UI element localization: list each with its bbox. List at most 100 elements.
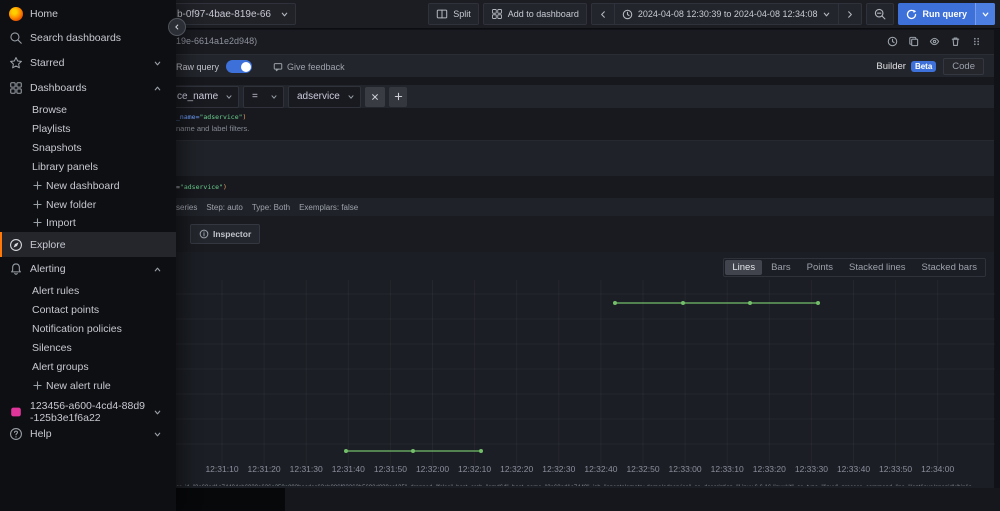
chevron-down-icon <box>226 94 232 99</box>
split-button[interactable]: Split <box>428 3 479 25</box>
sidebar-item-playlists[interactable]: Playlists <box>0 119 176 138</box>
sidebar-item-contact-points[interactable]: Contact points <box>0 300 176 319</box>
toolbar-actions: Split Add to dashboard 2024-04-08 12:30:… <box>428 3 995 25</box>
chevron-left-icon <box>175 24 179 30</box>
bell-icon <box>8 262 23 277</box>
add-to-dashboard-button[interactable]: Add to dashboard <box>482 3 587 25</box>
search-icon <box>8 31 23 46</box>
sidebar-item-help[interactable]: Help <box>0 422 176 446</box>
x-axis-tick-label: 12:33:50 <box>879 464 913 474</box>
raw-query-code-line-2: ="adservice") <box>176 183 227 191</box>
query-datasource-id: 19e-6614a1e2d948) <box>176 36 258 46</box>
run-query-dropdown[interactable] <box>975 3 995 25</box>
time-range-button[interactable]: 2024-04-08 12:30:39 to 2024-04-08 12:34:… <box>613 3 840 25</box>
x-axis-tick-label: 12:32:50 <box>626 464 660 474</box>
plus-icon <box>394 92 402 101</box>
add-filter-button[interactable] <box>389 86 407 107</box>
collapse-menu-button[interactable] <box>168 18 186 36</box>
sidebar-item-alert-groups[interactable]: Alert groups <box>0 357 176 376</box>
clock-icon <box>622 9 633 19</box>
x-axis-tick-label: 12:32:40 <box>584 464 618 474</box>
sidebar-item-library-panels[interactable]: Library panels <box>0 157 176 176</box>
code-mode-button[interactable]: Code <box>943 58 984 75</box>
help-icon <box>8 427 23 442</box>
label-operator-select[interactable]: = <box>243 85 284 108</box>
time-shift-forward-button[interactable] <box>838 3 863 25</box>
plus-icon <box>33 218 42 227</box>
sidebar-item-alert-rules[interactable]: Alert rules <box>0 281 176 300</box>
sidebar-item-new-folder[interactable]: New folder <box>0 195 176 214</box>
apps-icon <box>8 81 23 96</box>
sidebar-item-import[interactable]: Import <box>0 213 176 232</box>
chevron-down-icon <box>982 12 989 16</box>
plus-icon <box>33 381 42 390</box>
compass-icon <box>8 237 23 252</box>
chevron-down-icon <box>824 12 830 16</box>
x-axis-tick-label: 12:31:10 <box>205 464 239 474</box>
hide-query-eye-icon[interactable] <box>929 36 940 47</box>
graph-style-points[interactable]: Points <box>800 260 840 275</box>
sidebar-item-new-dashboard[interactable]: New dashboard <box>0 176 176 195</box>
raw-query-toggle[interactable] <box>226 60 253 73</box>
close-icon <box>372 93 378 100</box>
legend-series-label[interactable]: er_id="2e68ad1e74404cb6030e626a258e893ba… <box>176 485 972 486</box>
x-axis-tick-label: 12:31:40 <box>331 464 365 474</box>
sidebar-item-home[interactable]: Home <box>0 2 176 26</box>
remove-filter-button[interactable] <box>365 86 385 107</box>
chevron-left-icon <box>600 10 605 18</box>
chevron-up-icon <box>153 84 162 93</box>
sidebar-item-browse[interactable]: Browse <box>0 100 176 119</box>
sidebar-item-alerting[interactable]: Alerting <box>0 257 176 281</box>
x-axis-tick-label: 12:33:30 <box>794 464 828 474</box>
sidebar-item-starred[interactable]: Starred <box>0 51 176 75</box>
remove-query-trash-icon[interactable] <box>950 36 961 47</box>
graph-style-stacked-bars[interactable]: Stacked bars <box>915 260 984 275</box>
x-axis-tick-label: 12:32:00 <box>415 464 450 474</box>
sync-icon <box>907 9 917 19</box>
sidebar-item-dashboards[interactable]: Dashboards <box>0 76 176 100</box>
drag-handle-icon[interactable] <box>971 36 982 47</box>
comment-icon <box>273 62 283 71</box>
raw-query-code-line: _name="adservice") <box>176 113 247 121</box>
chevron-down-icon <box>281 12 288 16</box>
grafana-logo-icon <box>8 7 23 22</box>
sidebar-item-new-alert-rule[interactable]: New alert rule <box>0 376 176 395</box>
zoom-out-icon <box>875 8 886 20</box>
chevron-down-icon <box>153 59 162 68</box>
zoom-out-button[interactable] <box>866 3 895 25</box>
sidebar-item-search-dashboards[interactable]: Search dashboards <box>0 26 176 50</box>
sidebar-item-explore[interactable]: Explore <box>0 232 176 257</box>
sidebar-item-silences[interactable]: Silences <box>0 338 176 357</box>
x-axis-tick-label: 12:33:00 <box>668 464 702 474</box>
run-query-button[interactable]: Run query <box>898 3 995 25</box>
plus-icon <box>33 200 42 209</box>
copy-query-icon[interactable] <box>908 36 919 47</box>
sidebar-item-notification-policies[interactable]: Notification policies <box>0 319 176 338</box>
give-feedback-button[interactable]: Give feedback <box>273 62 345 72</box>
nav-menu: Home Search dashboards Starred Dashboard… <box>0 0 176 511</box>
datasource-picker[interactable]: b-0f97-4bae-819e-66 <box>168 3 296 25</box>
chevron-right-icon <box>848 10 853 18</box>
apps-icon <box>491 9 502 19</box>
x-axis-tick-label: 12:33:10 <box>710 464 744 474</box>
graph-style-stacked-lines[interactable]: Stacked lines <box>842 260 913 275</box>
time-shift-back-button[interactable] <box>590 3 615 25</box>
inspector-button[interactable]: Inspector <box>190 224 261 244</box>
graph-style-radio-group: Lines Bars Points Stacked lines Stacked … <box>723 258 986 277</box>
x-axis-tick-label: 12:32:30 <box>542 464 576 474</box>
sidebar-item-snapshots[interactable]: Snapshots <box>0 138 176 157</box>
x-axis-tick-label: 12:31:50 <box>373 464 407 474</box>
grafana-explore-screen: b-0f97-4bae-819e-66 Split Add to dashboa… <box>0 0 1000 511</box>
builder-mode-button[interactable]: Builder Beta <box>876 61 937 72</box>
chevron-down-icon <box>153 408 162 417</box>
plot-area[interactable] <box>176 280 995 467</box>
chevron-down-icon <box>153 430 162 439</box>
toggle-knob <box>240 61 251 72</box>
beta-badge: Beta <box>910 61 937 72</box>
x-axis-tick-label: 12:33:20 <box>752 464 786 474</box>
query-history-clock-icon[interactable] <box>887 36 898 47</box>
split-icon <box>437 9 448 19</box>
graph-style-lines[interactable]: Lines <box>725 260 763 275</box>
graph-style-bars[interactable]: Bars <box>764 260 798 275</box>
label-value-select[interactable]: adservice <box>288 85 361 108</box>
